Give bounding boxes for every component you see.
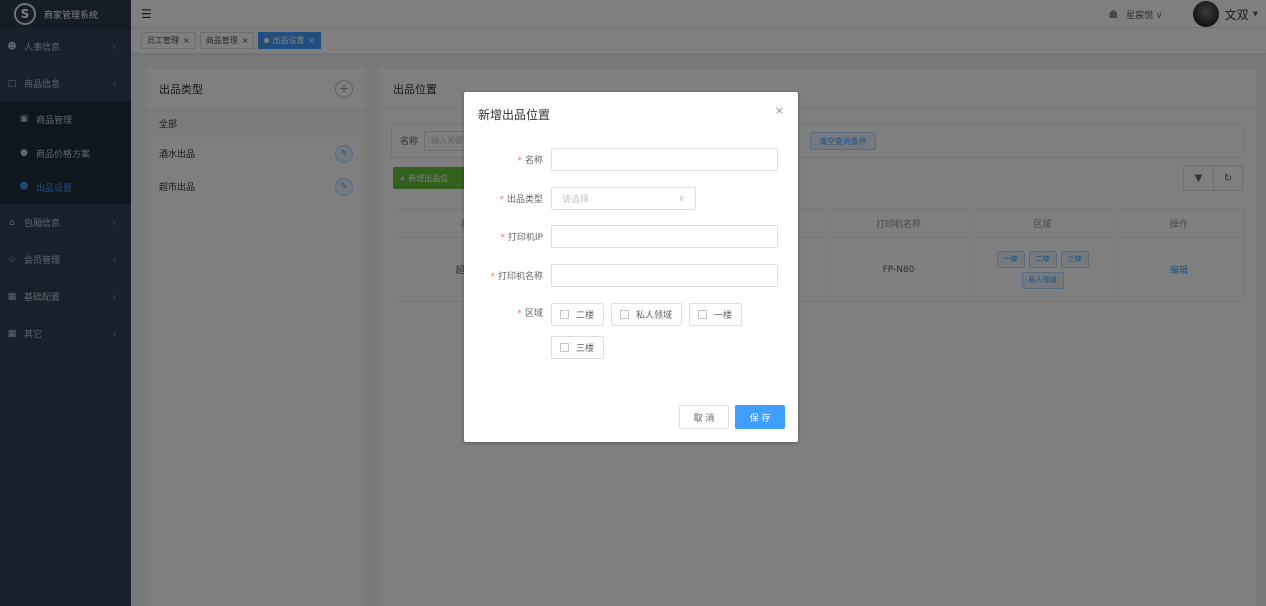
zone-checkbox[interactable]: 二楼 [551, 303, 605, 326]
cancel-button[interactable]: 取 消 [679, 405, 729, 429]
checkbox-icon [620, 310, 630, 319]
form-row-ip: * 打印机IP [464, 225, 778, 248]
form-label-text: 出品类型 [506, 195, 543, 205]
name-input[interactable] [551, 148, 778, 171]
form-label-text: 区域 [524, 309, 543, 319]
form-row-name: * 名称 [464, 148, 778, 171]
form-label: * 打印机IP [464, 230, 551, 243]
form-label-text: 打印机IP [507, 233, 543, 243]
close-icon[interactable]: × [775, 104, 784, 117]
form-label: * 区域 [464, 303, 551, 326]
form-label-text: 名称 [524, 156, 543, 166]
printer-name-input[interactable] [551, 264, 778, 287]
zone-checkbox-group: 二楼 私人领域 一楼 三楼 [551, 303, 781, 359]
chevron-down-icon: ∨ [678, 193, 685, 204]
form-row-type: * 出品类型 请选择 ∨ [464, 187, 696, 210]
form-label: * 出品类型 [464, 192, 551, 205]
checkbox-icon [698, 310, 708, 319]
type-select[interactable]: 请选择 ∨ [551, 187, 696, 210]
dialog-title: 新增出品位置 [478, 108, 551, 122]
printer-ip-input[interactable] [551, 225, 778, 248]
form-label-text: 打印机名称 [497, 272, 543, 282]
required-mark: * [499, 195, 504, 205]
checkbox-icon [560, 310, 569, 319]
zone-checkbox-label: 三楼 [576, 344, 595, 354]
checkbox-icon [560, 343, 569, 352]
form-row-printer-name: * 打印机名称 [464, 264, 778, 287]
zone-checkbox-label: 一楼 [714, 311, 733, 321]
type-select-placeholder: 请选择 [562, 195, 590, 205]
form-label: * 打印机名称 [464, 269, 551, 282]
required-mark: * [517, 309, 522, 319]
save-button[interactable]: 保 存 [735, 405, 785, 429]
form-row-zone: * 区域 二楼 私人领域 一楼 三楼 [464, 303, 781, 359]
add-position-dialog: 新增出品位置 × * 名称 * 出品类型 请选择 ∨ * 打印机IP * 打印机名称 *… [464, 92, 798, 442]
zone-checkbox-label: 二楼 [576, 311, 595, 321]
required-mark: * [517, 156, 522, 166]
zone-checkbox-label: 私人领域 [636, 311, 673, 321]
required-mark: * [500, 233, 505, 243]
zone-checkbox[interactable]: 私人领域 [611, 303, 683, 326]
zone-checkbox[interactable]: 一楼 [689, 303, 743, 326]
zone-checkbox[interactable]: 三楼 [551, 336, 605, 359]
required-mark: * [490, 272, 495, 282]
form-label: * 名称 [464, 153, 551, 166]
